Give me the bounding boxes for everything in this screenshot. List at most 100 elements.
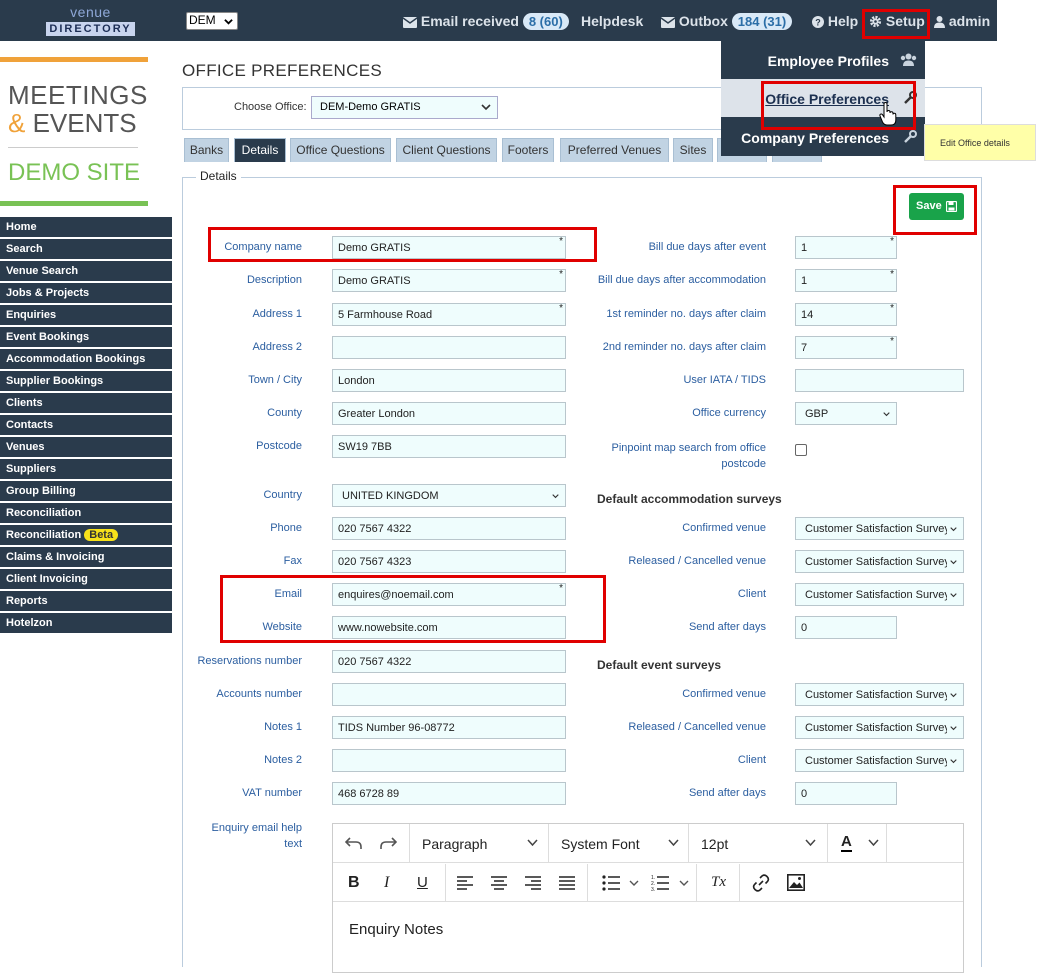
currency-select[interactable]: GBP: [795, 402, 897, 425]
website-value: www.nowebsite.com: [338, 622, 438, 634]
sidebar-item-hotelzon[interactable]: Hotelzon: [0, 613, 172, 633]
redo-icon[interactable]: [379, 835, 397, 851]
tab-footers[interactable]: Footers: [502, 138, 554, 162]
tab-sites[interactable]: Sites: [673, 138, 713, 162]
email-input[interactable]: enquires@noemail.com *: [332, 583, 566, 606]
sidebar-item-enquiries[interactable]: Enquiries: [0, 305, 172, 325]
toolbar-separator: [688, 824, 689, 863]
enquiry-help-editor: Paragraph System Font 12pt A B I U 1. 2. 3…: [332, 823, 964, 973]
helpdesk-link[interactable]: Helpdesk: [581, 13, 643, 29]
underline-button[interactable]: U: [417, 874, 428, 891]
sidebar-item-reconciliation-beta[interactable]: Reconciliation Beta: [0, 525, 172, 545]
italic-button[interactable]: I: [384, 874, 389, 892]
phone-input[interactable]: 020 7567 4322: [332, 517, 566, 540]
chevron-down-icon: [224, 19, 233, 25]
country-select[interactable]: UNITED KINGDOM: [332, 484, 566, 507]
font-size-value: 12pt: [701, 836, 729, 852]
fax-input[interactable]: 020 7567 4323: [332, 550, 566, 573]
reservations-input[interactable]: 020 7567 4322: [332, 650, 566, 673]
vat-input[interactable]: 468 6728 89: [332, 782, 566, 805]
outbox-link[interactable]: Outbox 184 (31): [660, 13, 793, 30]
sidebar-item-suppliers[interactable]: Suppliers: [0, 459, 172, 479]
bill-due-event-input[interactable]: 1 *: [795, 236, 897, 259]
reminder1-input[interactable]: 14 *: [795, 303, 897, 326]
event-confirmed-select[interactable]: Customer Satisfaction Survey: [795, 683, 964, 706]
setup-link[interactable]: Setup: [869, 13, 925, 29]
sidebar-item-jobs-projects[interactable]: Jobs & Projects: [0, 283, 172, 303]
bill-due-event-value: 1: [801, 242, 808, 254]
help-link[interactable]: ? Help: [812, 13, 858, 29]
sidebar-item-clients[interactable]: Clients: [0, 393, 172, 413]
sidebar-item-venue-search[interactable]: Venue Search: [0, 261, 172, 281]
town-input[interactable]: London: [332, 369, 566, 392]
office-code-select[interactable]: DEM: [186, 12, 238, 30]
pinpoint-line2: postcode: [721, 458, 766, 470]
address1-input[interactable]: 5 Farmhouse Road *: [332, 303, 566, 326]
reminder2-input[interactable]: 7 *: [795, 336, 897, 359]
company-name-input[interactable]: Demo GRATIS *: [332, 236, 566, 259]
accom-send-after-input[interactable]: 0: [795, 616, 897, 639]
choose-office-label: Choose Office:: [234, 101, 307, 113]
bold-button[interactable]: B: [348, 874, 360, 892]
accounts-input[interactable]: [332, 683, 566, 706]
undo-icon[interactable]: [345, 835, 363, 851]
save-button[interactable]: Save: [909, 193, 964, 220]
email-received-link[interactable]: Email received 8 (60): [402, 13, 569, 30]
sidebar-item-venues[interactable]: Venues: [0, 437, 172, 457]
sidebar-item-search[interactable]: Search: [0, 239, 172, 259]
sidebar-item-claims-invoicing[interactable]: Claims & Invoicing: [0, 547, 172, 567]
font-size-select[interactable]: 12pt: [701, 836, 728, 852]
image-icon[interactable]: [787, 874, 805, 891]
align-left-icon[interactable]: [457, 876, 473, 890]
sidebar-item-supplier-bookings[interactable]: Supplier Bookings: [0, 371, 172, 391]
numbered-list-icon[interactable]: 1.2.3.: [651, 874, 669, 891]
chevron-down-icon[interactable]: [679, 880, 689, 887]
tab-client-questions[interactable]: Client Questions: [396, 138, 497, 162]
sidebar-item-reports[interactable]: Reports: [0, 591, 172, 611]
tab-preferred-venues[interactable]: Preferred Venues: [560, 138, 669, 162]
accom-released-select[interactable]: Customer Satisfaction Survey: [795, 550, 964, 573]
text-color-button[interactable]: A: [841, 834, 852, 852]
accom-client-select[interactable]: Customer Satisfaction Survey: [795, 583, 964, 606]
chevron-down-icon[interactable]: [629, 880, 639, 887]
align-justify-icon[interactable]: [559, 876, 575, 890]
menu-item-employee-profiles[interactable]: Employee Profiles: [721, 41, 925, 79]
venue-directory-logo[interactable]: venue DIRECTORY: [44, 5, 137, 37]
event-client-select[interactable]: Customer Satisfaction Survey: [795, 749, 964, 772]
font-family-select[interactable]: System Font: [561, 836, 640, 852]
sidebar-item-reconciliation[interactable]: Reconciliation: [0, 503, 172, 523]
address2-input[interactable]: [332, 336, 566, 359]
admin-user-link[interactable]: admin: [934, 13, 990, 29]
accom-confirmed-select[interactable]: Customer Satisfaction Survey: [795, 517, 964, 540]
choose-office-select[interactable]: DEM-Demo GRATIS: [311, 96, 498, 119]
block-format-select[interactable]: Paragraph: [422, 836, 487, 852]
sidebar-item-group-billing[interactable]: Group Billing: [0, 481, 172, 501]
sidebar-item-accommodation-bookings[interactable]: Accommodation Bookings: [0, 349, 172, 369]
clear-format-button[interactable]: Tx: [711, 874, 726, 891]
editor-content[interactable]: Enquiry Notes: [349, 921, 443, 938]
county-input[interactable]: Greater London: [332, 402, 566, 425]
event-send-after-input[interactable]: 0: [795, 782, 897, 805]
bullet-list-icon[interactable]: [602, 875, 620, 891]
notes2-input[interactable]: [332, 749, 566, 772]
iata-input[interactable]: [795, 369, 964, 392]
tab-banks[interactable]: Banks: [184, 138, 229, 162]
align-right-icon[interactable]: [525, 876, 541, 890]
notes1-input[interactable]: TIDS Number 96-08772: [332, 716, 566, 739]
sidebar-item-client-invoicing[interactable]: Client Invoicing: [0, 569, 172, 589]
tab-details[interactable]: Details: [234, 138, 286, 162]
tab-office-questions[interactable]: Office Questions: [290, 138, 391, 162]
event-released-select[interactable]: Customer Satisfaction Survey: [795, 716, 964, 739]
sidebar-item-event-bookings[interactable]: Event Bookings: [0, 327, 172, 347]
link-icon[interactable]: [752, 874, 770, 892]
website-input[interactable]: www.nowebsite.com: [332, 616, 566, 639]
sidebar-item-home[interactable]: Home: [0, 217, 172, 237]
align-center-icon[interactable]: [491, 876, 507, 890]
bill-due-accom-input[interactable]: 1 *: [795, 269, 897, 292]
postcode-input[interactable]: SW19 7BB: [332, 435, 566, 458]
gear-icon: [869, 15, 882, 28]
pinpoint-checkbox[interactable]: [795, 444, 807, 456]
description-input[interactable]: Demo GRATIS *: [332, 269, 566, 292]
required-marker: *: [890, 236, 894, 247]
sidebar-item-contacts[interactable]: Contacts: [0, 415, 172, 435]
